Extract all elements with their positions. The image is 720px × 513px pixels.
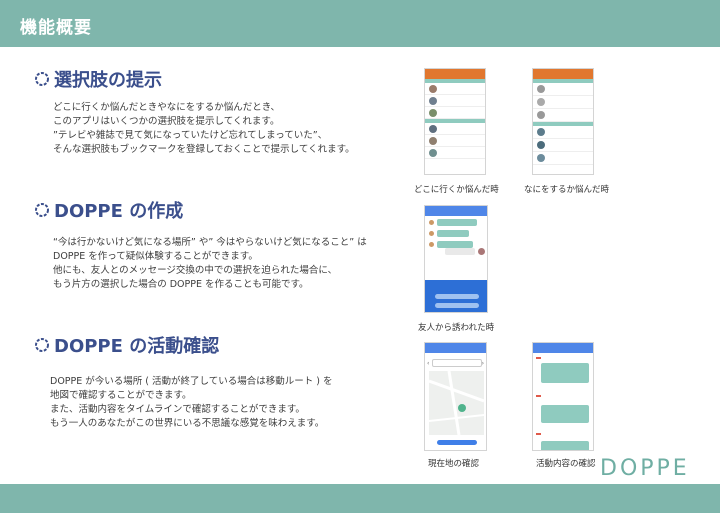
body-line: DOPPE を作って疑似体験することができます。 [53,251,258,262]
section-marker-icon [35,203,49,217]
dialog-button[interactable] [435,294,479,299]
caption-where-to-go: どこに行くか悩んだ時 [414,185,499,195]
body-line: もう一人のあなたがこの世界にいる不思議な感覚を味わえます。 [50,418,325,429]
footer-bar [0,484,720,513]
doppe-logo: DOPPE [600,456,690,481]
section-title-activity: DOPPE の活動確認 [34,332,219,358]
caption-what-to-do: なにをするか悩んだ時 [524,185,610,195]
caption-map: 現在地の確認 [428,459,480,469]
caption-invited: 友人から誘われた時 [418,323,495,333]
app-bar [425,206,487,216]
body-line: DOPPE が今いる場所 ( 活動が終了している場合は移動ルート ) を [50,376,333,387]
chevron-left-icon[interactable]: ‹ [427,360,429,367]
section-marker-icon [35,338,49,352]
app-bar [533,69,593,79]
body-line: 地図で確認することができます。 [50,390,192,401]
body-line: ”テレビや雑誌で見て気になっていたけど忘れてしまっていた”、 [53,130,328,141]
dialog-button[interactable] [435,303,479,308]
section-body-choices: どこに行くか悩んだときやなにをするか悩んだとき、 このアプリはいくつかの選択肢を… [53,101,355,157]
section-body-activity: DOPPE が今いる場所 ( 活動が終了している場合は移動ルート ) を 地図で… [50,375,332,431]
body-line: このアプリはいくつかの選択肢を提示してくれます。 [53,116,280,127]
screenshot-map: ‹ › [424,342,487,451]
body-line: “今は行かないけど気になる場所” や” 今はやらないけど気になること” は [53,237,367,248]
screenshot-where-to-go [424,68,486,175]
section-title-text: 選択肢の提示 [54,70,162,91]
body-line: もう片方の選択した場合の DOPPE を作ることも可能です。 [53,279,309,290]
screenshot-what-to-do [532,68,594,175]
search-field[interactable] [432,359,482,367]
body-line: 他にも、友人とのメッセージ交換の中での選択を迫られた場合に、 [53,265,338,276]
section-marker-icon [35,72,49,86]
chevron-right-icon[interactable]: › [482,360,484,367]
section-title-text: DOPPE の作成 [54,201,184,222]
app-bar [533,343,593,353]
body-line: どこに行くか悩んだときやなにをするか悩んだとき、 [53,102,281,113]
section-title-choices: 選択肢の提示 [34,66,162,92]
screenshot-timeline [532,342,594,451]
section-title-create: DOPPE の作成 [34,197,183,223]
section-body-create: “今は行かないけど気になる場所” や” 今はやらないけど気になること” は DO… [53,236,367,292]
map-view[interactable] [429,371,484,435]
body-line: また、活動内容をタイムラインで確認することができます。 [50,404,305,415]
screenshot-invited [424,205,488,313]
app-bar [425,69,485,79]
page-title: 機能概要 [20,18,92,38]
header-bar: 機能概要 [0,0,720,47]
body-line: そんな選択肢もブックマークを登録しておくことで提示してくれます。 [53,144,355,155]
timeline-button[interactable] [437,440,477,445]
section-title-text: DOPPE の活動確認 [54,336,220,357]
app-bar [425,343,486,353]
caption-timeline: 活動内容の確認 [536,459,596,469]
dialog-panel [425,280,487,312]
